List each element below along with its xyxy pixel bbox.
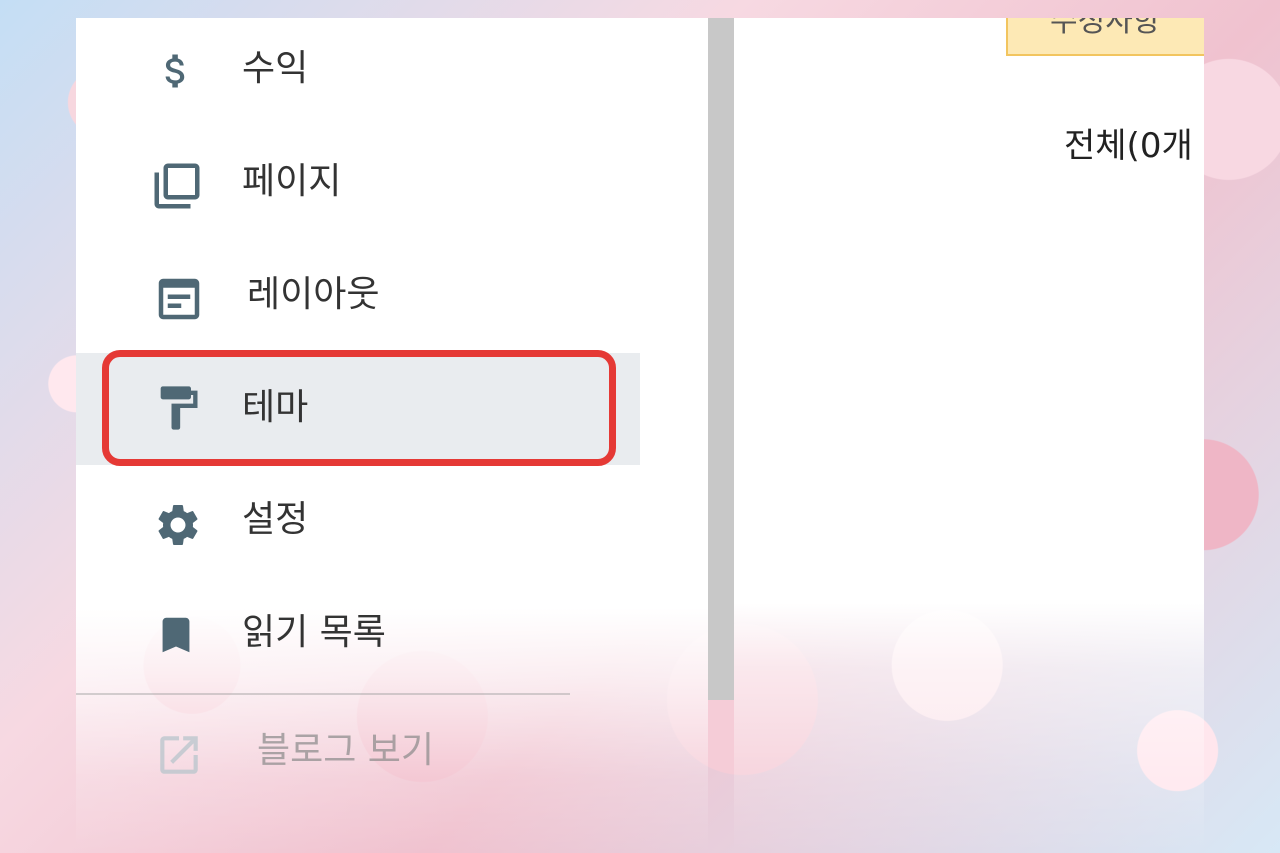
post-count-label: 전체(0개 [1064, 126, 1193, 166]
view-blog-link[interactable]: 블로그 보기 [76, 696, 640, 808]
sidebar-item-reading-list[interactable]: 읽기 목록 [76, 578, 640, 690]
pages-icon [154, 163, 200, 209]
sidebar-item-pages[interactable]: 페이지 [76, 127, 640, 239]
sidebar-item-theme[interactable]: 테마 [76, 353, 640, 465]
menu-divider [76, 693, 570, 695]
notice-banner: 수정사항 [1006, 18, 1204, 56]
dollar-icon [165, 54, 185, 88]
sidebar-item-settings[interactable]: 설정 [76, 466, 640, 578]
layout-icon [158, 278, 200, 320]
sidebar-item-label: 수익 [242, 48, 309, 89]
open-in-new-icon [160, 736, 198, 774]
sidebar-item-layout[interactable]: 레이아웃 [76, 239, 640, 351]
bookmark-icon [162, 617, 190, 653]
sidebar-item-label: 읽기 목록 [242, 612, 386, 653]
paint-roller-icon [160, 386, 198, 430]
sidebar-item-revenue[interactable]: 수익 [76, 15, 640, 127]
sidebar-item-label: 레이아웃 [247, 274, 380, 315]
sidebar-item-label: 테마 [242, 387, 309, 428]
sidebar-item-label: 페이지 [242, 161, 342, 202]
gear-icon [158, 505, 198, 545]
view-blog-label: 블로그 보기 [257, 730, 435, 771]
content-panel: 수정사항 전체(0개 [734, 18, 1204, 853]
sidebar-item-label: 설정 [242, 499, 309, 540]
sidebar-scrollbar[interactable] [708, 18, 734, 700]
notice-text: 수정사항 [1050, 18, 1161, 39]
